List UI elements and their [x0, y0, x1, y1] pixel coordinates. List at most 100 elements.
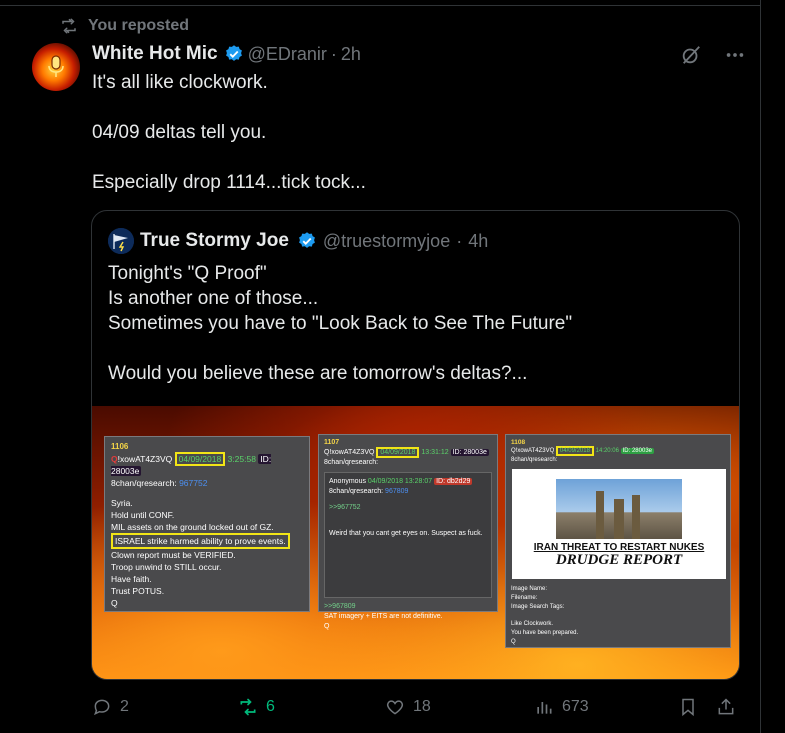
quoted-tweet[interactable]: True Stormy Joe @truestormyjoe · 4h Toni… — [91, 210, 740, 680]
quoted-line: Is another one of those... — [108, 288, 319, 309]
missile-photo — [556, 479, 682, 539]
bookmark-button[interactable] — [678, 694, 698, 720]
drudge-headline: IRAN THREAT TO RESTART NUKES — [533, 542, 705, 553]
repost-count: 6 — [266, 698, 275, 715]
timeline-border — [760, 0, 761, 733]
anon-id: ID: db2d29 — [434, 478, 473, 485]
drop-line: Have faith. — [111, 574, 152, 584]
share-icon — [718, 698, 734, 715]
drop-trip-row: Q!xowAT4Z3VQ 04/09/2018 3:25:58 ID: 2800… — [111, 452, 303, 477]
drop-time: 3:25:58 — [227, 454, 256, 464]
drop-line: Troop unwind to STILL occur. — [111, 562, 222, 572]
drop-line: Trust POTUS. — [111, 586, 165, 596]
drop-trip: Q!xowAT4Z3VQ — [324, 449, 375, 456]
tweet-line: 04/09 deltas tell you. — [92, 122, 267, 143]
verified-badge-icon[interactable] — [224, 44, 244, 64]
like-button[interactable]: 18 — [385, 694, 431, 720]
quoted-author-avatar[interactable] — [108, 228, 134, 254]
drop-line: Clown report must be VERIFIED. — [111, 550, 236, 560]
drop-trip: Q!xowAT4Z3VQ — [511, 448, 555, 454]
drop-date: 04/09/2018 — [174, 452, 226, 466]
like-count: 18 — [413, 698, 431, 715]
q-drop-panel-1106: 1106 Q!xowAT4Z3VQ 04/09/2018 3:25:58 ID:… — [104, 436, 310, 612]
tweet-body: It's all like clockwork. 04/09 deltas te… — [92, 70, 732, 195]
share-button[interactable] — [716, 694, 736, 720]
drop-answer: SAT imagery + EITS are not definitive. — [324, 613, 443, 620]
quoted-media-image[interactable]: 1106 Q!xowAT4Z3VQ 04/09/2018 3:25:58 ID:… — [92, 406, 739, 679]
anon-board: 8chan/qresearch: — [329, 488, 384, 495]
drop-board-row: 8chan/qresearch: 967752 — [111, 477, 303, 489]
header-separator: · — [330, 43, 337, 64]
drop-sign: Q — [324, 623, 330, 630]
microphone-icon — [48, 55, 64, 77]
more-options-icon[interactable] — [724, 44, 746, 66]
drudge-report-screenshot: IRAN THREAT TO RESTART NUKES DRUDGE REPO… — [512, 469, 726, 579]
quoted-line: Sometimes you have to "Look Back to See … — [108, 313, 573, 334]
drop-board: 8chan/qresearch: — [324, 459, 379, 466]
drop-id: ID: 28003e — [620, 448, 654, 454]
bookmark-icon — [682, 698, 694, 717]
repost-icon — [62, 18, 76, 34]
drop-line: Q — [111, 598, 118, 608]
author-avatar[interactable] — [32, 43, 80, 91]
drop-board: 8chan/qresearch: — [111, 478, 177, 488]
tweet-header: White Hot Mic @EDranir · 2h — [92, 42, 361, 66]
drop-body: Syria. Hold until CONF. MIL assets on th… — [111, 497, 303, 609]
quoted-tweet-header: True Stormy Joe @truestormyjoe · 4h — [108, 228, 488, 254]
drop-line: Like Clockwork. — [511, 621, 554, 627]
repost-banner-label: You reposted — [88, 17, 190, 34]
drop-board: 8chan/qresearch: — [511, 457, 558, 463]
anon-reply-text: Weird that you cant get eyes on. Suspect… — [329, 530, 483, 537]
post-top-actions — [680, 44, 746, 66]
quoted-header-separator: · — [456, 230, 463, 251]
drudge-masthead: DRUDGE REPORT — [555, 552, 683, 568]
drop-line: Syria. — [111, 498, 133, 508]
image-meta: Image Name: Filename: Image Search Tags:… — [511, 585, 578, 647]
drop-date: 04/09/2018 — [555, 446, 594, 456]
drop-trip-row: Q!xowAT4Z3VQ 04/09/2018 13:31:12 ID: 280… — [324, 447, 492, 458]
top-divider — [0, 5, 760, 6]
grok-icon[interactable] — [680, 44, 702, 66]
repost-banner[interactable]: You reposted — [60, 16, 189, 36]
repost-button[interactable]: 6 — [238, 694, 275, 720]
drop-trip: !xowAT4Z3VQ — [117, 454, 173, 464]
reply-button[interactable]: 2 — [92, 694, 129, 720]
repost-icon — [240, 698, 256, 716]
tweet-line: It's all like clockwork. — [92, 72, 268, 93]
quoted-author-name[interactable]: True Stormy Joe — [140, 230, 289, 252]
drop-line: Q — [511, 639, 516, 645]
anon-name: Anonymous — [329, 478, 366, 485]
views-chart-icon — [537, 702, 552, 714]
author-name[interactable]: White Hot Mic — [92, 43, 218, 65]
tweet-line: Especially drop 1114...tick tock... — [92, 172, 366, 193]
drop-line: You have been prepared. — [511, 630, 579, 636]
quoted-tweet-body: Tonight's "Q Proof" Is another one of th… — [108, 261, 723, 386]
drop-post-link: 967752 — [179, 478, 208, 488]
reply-icon — [94, 699, 110, 716]
author-handle[interactable]: @EDranir — [248, 44, 327, 65]
trip-q: Q — [111, 454, 118, 464]
q-drop-panel-1108: 1108 Q!xowAT4Z3VQ 04/09/2018 14:20:06 ID… — [505, 434, 731, 648]
quoted-line: Would you believe these are tomorrow's d… — [108, 363, 528, 384]
heart-icon — [386, 700, 404, 715]
quoted-post-time[interactable]: 4h — [468, 231, 488, 252]
drop-reply-link: >>967809 — [324, 603, 356, 610]
reply-count: 2 — [120, 698, 129, 715]
anon-post: 967809 — [385, 488, 409, 495]
drop-time: 13:31:12 — [421, 449, 449, 456]
anon-date: 04/09/2018 13:28:07 — [367, 478, 433, 485]
views-button[interactable]: 673 — [534, 694, 589, 720]
engagement-bar: 2 6 18 673 — [92, 694, 742, 720]
drop-line: Hold until CONF. — [111, 510, 175, 520]
image-meta-line: Image Search Tags: — [511, 604, 565, 610]
drop-number: 1108 — [511, 439, 526, 446]
image-meta-line: Image Name: — [511, 586, 548, 592]
verified-badge-icon[interactable] — [297, 231, 317, 251]
anon-reply-link: >>967752 — [329, 504, 361, 511]
quoted-author-handle[interactable]: @truestormyjoe — [323, 231, 450, 252]
drop-line: MIL assets on the ground locked out of G… — [111, 522, 274, 532]
drop-trip-row: Q!xowAT4Z3VQ 04/09/2018 14:20:06 ID: 280… — [511, 446, 725, 456]
storm-flag-icon — [108, 228, 134, 254]
post-time[interactable]: 2h — [341, 44, 361, 65]
drop-date: 04/09/2018 — [376, 447, 420, 458]
